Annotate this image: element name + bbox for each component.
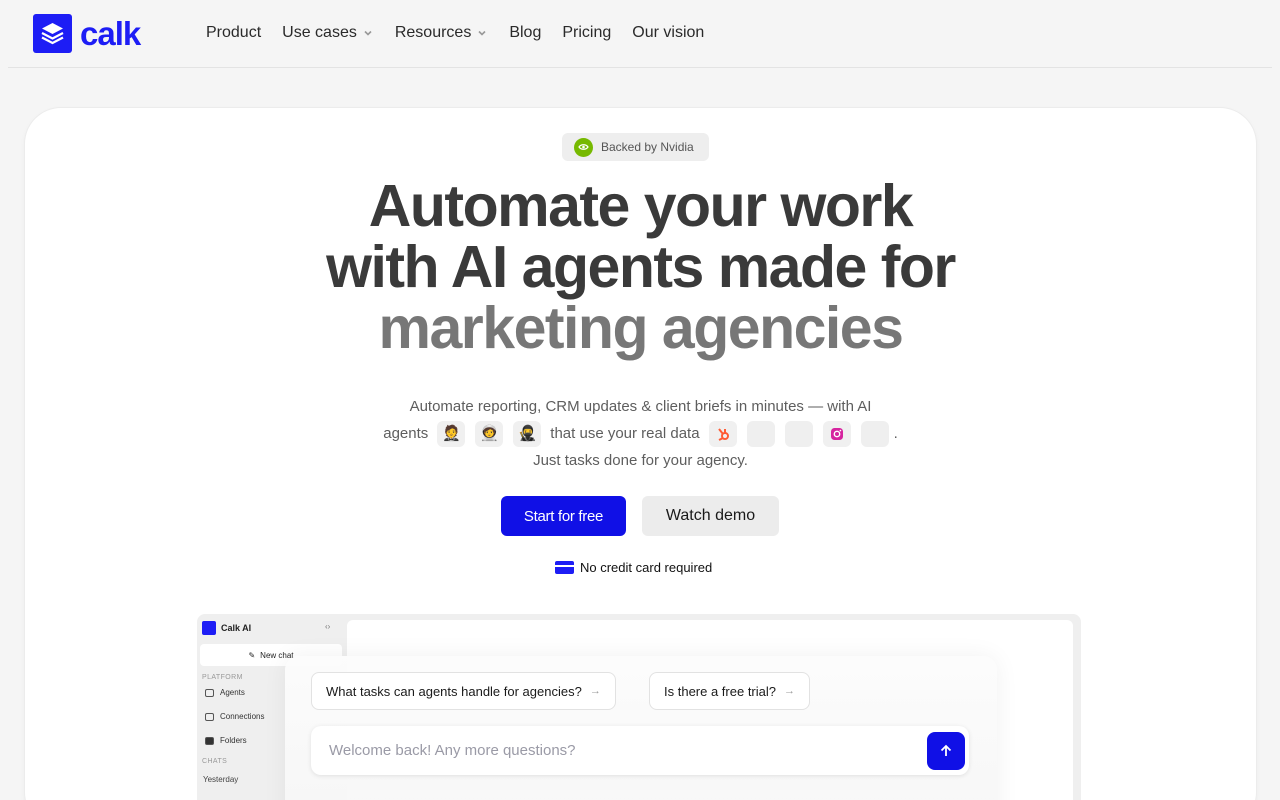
nav-pricing[interactable]: Pricing — [562, 22, 611, 44]
nav-product-label: Product — [206, 24, 262, 41]
headline-line-1: Automate your work — [368, 173, 914, 239]
preview-yesterday-label: Yesterday — [203, 775, 239, 784]
start-for-free-button[interactable]: Start for free — [501, 496, 626, 536]
headline-line-2: with AI agents made for — [326, 234, 956, 300]
nav-use-cases[interactable]: Use cases — [282, 22, 374, 44]
no-credit-card-note: No credit card required — [555, 560, 712, 575]
nav-resources[interactable]: Resources — [395, 22, 488, 44]
brand-name: calk — [80, 14, 141, 52]
preview-logo-icon — [202, 621, 216, 635]
chat-panel: What tasks can agents handle for agencie… — [285, 656, 997, 800]
main-menu: Product Use cases Resources Blog Pricing… — [206, 22, 704, 44]
preview-item-connections[interactable]: Connections — [205, 712, 264, 721]
calk-logo[interactable]: calk — [33, 14, 141, 53]
agents-icon — [205, 688, 214, 697]
nvidia-badge[interactable]: Backed by Nvidia — [562, 133, 709, 161]
arrow-right-icon: → — [589, 685, 601, 697]
watch-demo-button[interactable]: Watch demo — [642, 496, 779, 536]
tool-2-icon — [746, 420, 775, 447]
badge-label: Backed by Nvidia — [601, 140, 694, 154]
nvidia-icon — [574, 137, 593, 157]
connections-icon — [205, 712, 214, 721]
preview-platform-label: PLATFORM — [202, 674, 243, 681]
subtitle-line-1: Automate reporting, CRM updates & client… — [409, 398, 872, 415]
nav-product[interactable]: Product — [206, 22, 261, 44]
suggestion-free-trial-label: Is there a free trial? — [664, 683, 776, 699]
suggestion-free-trial[interactable]: Is there a free trial? → — [649, 672, 810, 710]
agent-avatar-3-icon: 🥷 — [513, 420, 542, 447]
preview-brand-name: Calk AI — [221, 623, 252, 633]
preview-brand: Calk AI — [202, 621, 251, 635]
chat-input-box — [311, 726, 969, 775]
chevron-down-icon — [478, 30, 486, 36]
preview-item-agents[interactable]: Agents — [205, 688, 245, 697]
nav-our-vision-label: Our vision — [632, 24, 705, 41]
no-credit-card-label: No credit card required — [580, 560, 713, 575]
top-nav: calk Product Use cases Resources Blog Pr… — [8, 0, 1272, 68]
credit-card-icon — [555, 561, 574, 574]
headline-line-3: marketing agencies — [378, 295, 904, 361]
hubspot-icon — [708, 420, 737, 447]
nav-blog-label: Blog — [509, 24, 542, 41]
tool-3-icon — [784, 420, 813, 447]
preview-item-agents-label: Agents — [220, 688, 245, 697]
agent-avatar-1-icon: 🤵 — [437, 420, 466, 447]
folder-icon — [205, 736, 214, 745]
tool-5-icon — [860, 420, 889, 447]
preview-new-chat-label: New chat — [260, 650, 294, 660]
edit-icon: ✎ — [248, 650, 256, 660]
subtitle-line-2: agents 🤵 🧑‍🚀 🥷 that use your real data . — [25, 420, 1256, 447]
hero-headline: Automate your work with AI agents made f… — [25, 176, 1256, 359]
preview-item-folders[interactable]: Folders — [205, 736, 247, 745]
preview-item-folders-label: Folders — [220, 736, 247, 745]
arrow-right-icon: → — [784, 685, 795, 697]
nav-use-cases-label: Use cases — [282, 24, 357, 41]
chat-input[interactable] — [329, 738, 909, 762]
subtitle-agents: agents — [383, 425, 429, 442]
preview-chats-label: CHATS — [202, 758, 228, 765]
subtitle-period: . — [893, 425, 898, 442]
subtitle-mid: that use your real data — [550, 425, 700, 442]
nav-blog[interactable]: Blog — [509, 22, 541, 44]
collapse-sidebar-icon[interactable]: ‹› — [325, 622, 330, 631]
arrow-up-icon — [940, 744, 952, 756]
preview-item-connections-label: Connections — [220, 712, 265, 721]
agent-avatar-2-icon: 🧑‍🚀 — [475, 420, 504, 447]
nav-resources-label: Resources — [394, 24, 472, 41]
nav-our-vision[interactable]: Our vision — [632, 22, 704, 44]
chevron-down-icon — [364, 30, 372, 36]
suggestion-agent-tasks[interactable]: What tasks can agents handle for agencie… — [311, 672, 616, 710]
instagram-icon — [822, 420, 851, 447]
subtitle-line-3: Just tasks done for your agency. — [533, 452, 748, 469]
send-button[interactable] — [927, 732, 965, 770]
logo-layers-icon — [33, 14, 72, 53]
hero-card: Backed by Nvidia Automate your work with… — [25, 108, 1256, 800]
nav-pricing-label: Pricing — [562, 24, 612, 41]
suggestion-agent-tasks-label: What tasks can agents handle for agencie… — [326, 683, 582, 699]
hero-subtitle: Automate reporting, CRM updates & client… — [25, 393, 1256, 474]
